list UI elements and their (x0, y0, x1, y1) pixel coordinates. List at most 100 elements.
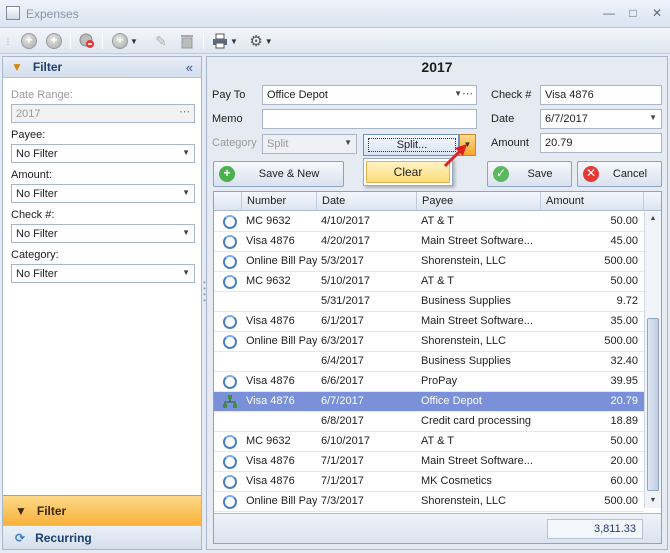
amount-filter-select[interactable]: No Filter ▼ (11, 184, 195, 203)
cell-amount: 9.72 (616, 295, 638, 307)
table-row[interactable]: 5/31/2017 Business Supplies 9.72 (214, 292, 644, 312)
save-and-new-button[interactable]: + Save & New (213, 161, 344, 187)
filter-panel-title: Filter (32, 60, 63, 74)
red-arrow-icon (443, 144, 467, 168)
cell-amount: 35.00 (610, 315, 638, 327)
cell-number: Visa 4876 (246, 455, 295, 467)
table-row[interactable]: Visa 4876 6/6/2017 ProPay 39.95 (214, 372, 644, 392)
cell-date: 6/1/2017 (321, 315, 364, 327)
chevron-down-icon[interactable]: ▼ (182, 268, 190, 277)
category-field[interactable]: Split ▼ (262, 134, 357, 154)
scroll-thumb[interactable] (647, 318, 659, 491)
table-row[interactable]: MC 9632 6/10/2017 AT & T 50.00 (214, 432, 644, 452)
print-icon[interactable]: ▼ (210, 32, 240, 50)
chevron-down-icon[interactable]: ▼ (649, 113, 657, 122)
tab-recurring[interactable]: ⟳ Recurring (3, 525, 201, 549)
edit-icon[interactable]: ✎ (152, 32, 170, 50)
add-icon[interactable]: + (20, 32, 38, 50)
minimize-icon[interactable]: — (602, 6, 616, 20)
year-heading: 2017 (421, 59, 453, 75)
table-row[interactable]: 6/8/2017 Credit card processing 18.89 (214, 412, 644, 432)
cell-date: 4/10/2017 (321, 215, 370, 227)
cell-amount: 500.00 (604, 335, 638, 347)
chevron-down-icon[interactable]: ▼ (454, 89, 462, 98)
check-filter-select[interactable]: No Filter ▼ (11, 224, 195, 243)
save-label: Save (527, 168, 553, 180)
category-filter-select[interactable]: No Filter ▼ (11, 264, 195, 283)
chevron-down-icon[interactable]: ▼ (182, 148, 190, 157)
cell-date: 7/3/2017 (321, 495, 364, 507)
cell-amount: 20.79 (610, 395, 638, 407)
delete-icon[interactable] (178, 32, 196, 50)
table-row[interactable]: Online Bill Pay 5/3/2017 Shorenstein, LLC 5… (214, 252, 644, 272)
column-header-payee[interactable]: Payee (417, 192, 541, 211)
add-split-icon[interactable]: + ▼ (110, 32, 140, 50)
clear-menu-item[interactable]: Clear (366, 161, 450, 183)
amount-filter-label: Amount: (11, 169, 52, 181)
cell-date: 4/20/2017 (321, 235, 370, 247)
date-range-label: Date Range: (11, 89, 73, 101)
collapse-panel-icon[interactable]: « (186, 60, 193, 75)
table-row[interactable]: 6/4/2017 Business Supplies 32.40 (214, 352, 644, 372)
table-row[interactable]: MC 9632 5/10/2017 AT & T 50.00 (214, 272, 644, 292)
vertical-scrollbar[interactable]: ▲ ▼ (644, 212, 661, 508)
scroll-up-icon[interactable]: ▲ (645, 212, 661, 226)
date-range-field[interactable]: 2017 ⋯ (11, 104, 195, 123)
tab-filter[interactable]: ▼ Filter (3, 495, 201, 525)
cell-amount: 45.00 (610, 235, 638, 247)
save-button[interactable]: ✓ Save (487, 161, 572, 187)
date-range-value: 2017 (16, 108, 41, 120)
cell-amount: 500.00 (604, 255, 638, 267)
cell-amount: 50.00 (610, 435, 638, 447)
ellipsis-icon[interactable]: ⋯ (462, 87, 473, 100)
memo-field[interactable] (262, 109, 477, 129)
close-icon[interactable]: ✕ (650, 6, 664, 20)
recurring-icon (223, 315, 237, 329)
chevron-down-icon[interactable]: ▼ (182, 188, 190, 197)
chevron-down-icon[interactable]: ▼ (344, 138, 352, 147)
amount-field[interactable]: 20.79 (540, 133, 662, 153)
cell-payee: Business Supplies (421, 355, 511, 367)
pay-to-value: Office Depot (267, 89, 328, 101)
cell-date: 6/8/2017 (321, 415, 364, 427)
table-row[interactable]: Visa 4876 4/20/2017 Main Street Software..… (214, 232, 644, 252)
table-row[interactable]: Visa 4876 7/1/2017 Main Street Software...… (214, 452, 644, 472)
maximize-icon[interactable]: □ (626, 6, 640, 20)
column-header-number[interactable]: Number (242, 192, 317, 211)
payee-filter-select[interactable]: No Filter ▼ (11, 144, 195, 163)
cell-number: Visa 4876 (246, 315, 295, 327)
table-row[interactable]: Visa 4876 6/1/2017 Main Street Software...… (214, 312, 644, 332)
cell-number: Online Bill Pay (246, 495, 317, 507)
toolbar-separator (70, 33, 71, 49)
date-field[interactable]: 6/7/2017 ▼ (540, 109, 662, 129)
add-recurring-icon[interactable]: + (45, 32, 63, 50)
settings-gear-icon[interactable]: ⚙ ▼ (246, 32, 276, 50)
cancel-button[interactable]: ✕ Cancel (577, 161, 662, 187)
scroll-down-icon[interactable]: ▼ (645, 494, 661, 508)
ellipsis-icon[interactable]: ⋯ (179, 105, 190, 118)
check-filter-group: Check #: No Filter ▼ (11, 209, 195, 243)
checkmark-icon: ✓ (493, 166, 509, 182)
recurring-icon (223, 215, 237, 229)
table-row[interactable]: Online Bill Pay 6/3/2017 Shorenstein, LLC 5… (214, 332, 644, 352)
pay-to-field[interactable]: Office Depot ▼ ⋯ (262, 85, 477, 105)
table-row[interactable]: Online Bill Pay 7/3/2017 Shorenstein, LLC 5… (214, 492, 644, 512)
payee-filter-group: Payee: No Filter ▼ (11, 129, 195, 163)
cell-date: 6/6/2017 (321, 375, 364, 387)
cell-number: Online Bill Pay (246, 335, 317, 347)
column-header-amount[interactable]: Amount (541, 192, 644, 211)
table-row[interactable]: Visa 4876 7/1/2017 MK Cosmetics 60.00 (214, 472, 644, 492)
table-row[interactable]: Visa 4876 6/7/2017 Office Depot 20.79 (214, 392, 644, 412)
check-filter-value: No Filter (16, 228, 58, 240)
check-number-field[interactable]: Visa 4876 (540, 85, 662, 105)
tab-recurring-label: Recurring (35, 530, 92, 545)
recurring-icon (223, 335, 237, 349)
stop-recurring-icon[interactable] (78, 32, 96, 50)
app-icon (6, 6, 20, 20)
toolbar: ⋮ + + + ▼ ✎ ▼ ⚙ ▼ (0, 28, 670, 54)
column-header-date[interactable]: Date (317, 192, 417, 211)
cell-payee: Main Street Software... (421, 235, 533, 247)
check-filter-label: Check #: (11, 209, 55, 221)
table-row[interactable]: MC 9632 4/10/2017 AT & T 50.00 (214, 212, 644, 232)
chevron-down-icon[interactable]: ▼ (182, 228, 190, 237)
